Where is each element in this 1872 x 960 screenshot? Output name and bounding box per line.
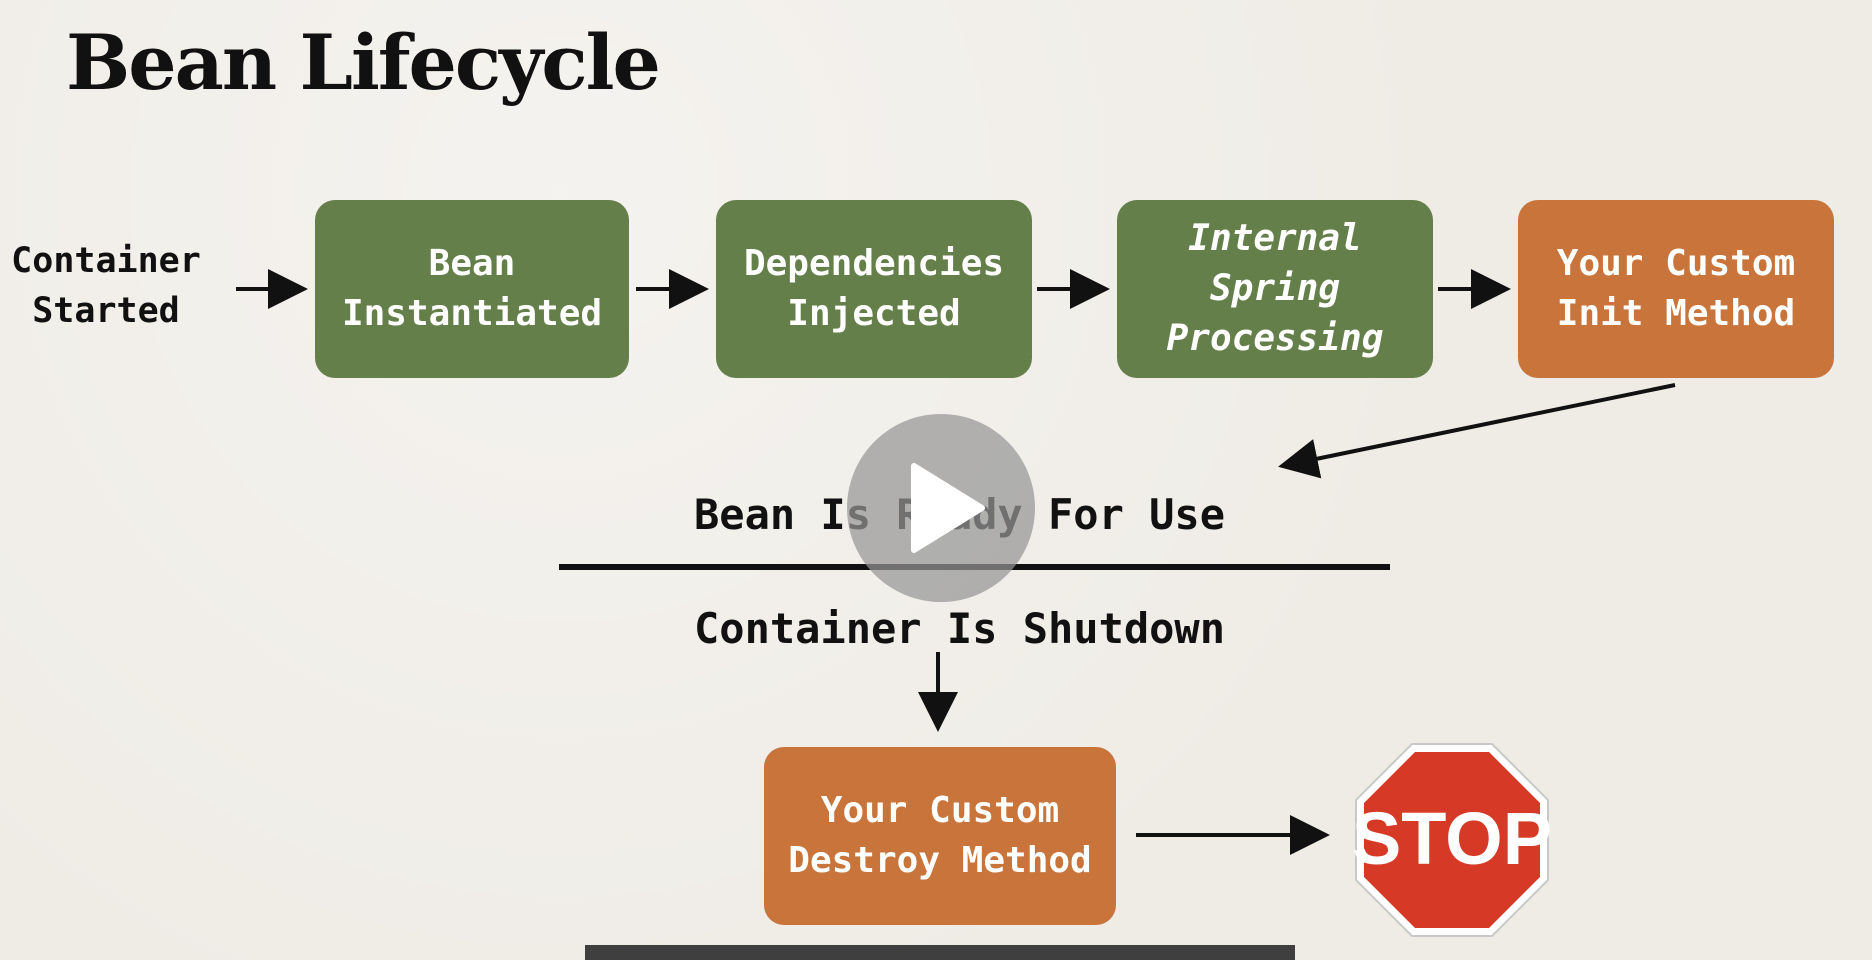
step-custom-destroy-method: Your Custom Destroy Method: [764, 747, 1116, 925]
stop-sign-text: STOP: [1352, 797, 1552, 880]
video-control-bar[interactable]: [585, 945, 1295, 960]
arrow-init-to-ready: [1278, 383, 1676, 479]
play-button[interactable]: [847, 414, 1035, 602]
bean-ready-label: Bean Is Ready For Use: [694, 490, 1226, 539]
stop-sign-icon: STOP: [1352, 740, 1552, 944]
container-shutdown-label: Container Is Shutdown: [694, 604, 1226, 653]
play-icon: [911, 463, 985, 553]
